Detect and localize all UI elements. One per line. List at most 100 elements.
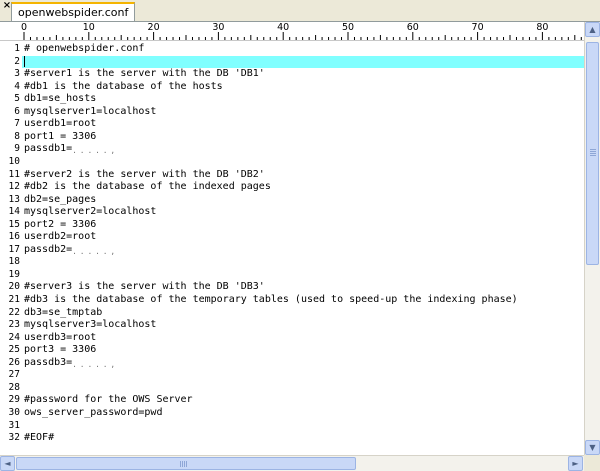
code-line[interactable] <box>22 156 584 169</box>
code-line-text: mysqlserver1=localhost <box>24 105 157 117</box>
code-line[interactable]: #db2 is the database of the indexed page… <box>22 181 584 194</box>
scroll-up-button[interactable]: ▲ <box>585 22 600 37</box>
ruler-label: 20 <box>147 22 160 33</box>
code-line[interactable]: #server3 is the server with the DB 'DB3' <box>22 281 584 294</box>
line-number: 4 <box>14 80 20 92</box>
ruler-label: 60 <box>406 22 419 33</box>
code-line[interactable]: #db3 is the database of the temporary ta… <box>22 294 584 307</box>
code-line-text: # openwebspider.conf <box>24 43 145 54</box>
code-line[interactable] <box>22 269 584 282</box>
vertical-scrollbar[interactable]: ▲ ▼ <box>584 22 600 455</box>
line-number: 14 <box>8 206 20 218</box>
code-line-text: ows_server_password=pwd <box>24 406 163 418</box>
code-line-text: #server1 is the server with the DB 'DB1' <box>24 68 265 80</box>
scroll-right-button[interactable]: ► <box>568 456 583 471</box>
line-number: 23 <box>8 319 20 331</box>
ruler-label: 40 <box>277 22 290 33</box>
code-line-text: port1 = 3306 <box>24 130 97 142</box>
line-number: 2 <box>14 55 20 67</box>
line-number: 1 <box>14 43 20 54</box>
line-number: 21 <box>8 294 20 305</box>
line-number: 31 <box>8 419 20 431</box>
line-number: 27 <box>8 369 20 381</box>
code-line-text: #password for the OWS Server <box>24 394 193 406</box>
code-line[interactable]: # openwebspider.conf <box>22 43 584 56</box>
code-line[interactable]: db1=se_hosts <box>22 93 584 106</box>
code-line[interactable]: #server1 is the server with the DB 'DB1' <box>22 68 584 81</box>
line-number: 16 <box>8 231 20 243</box>
code-line[interactable]: port3 = 3306 <box>22 344 584 357</box>
line-number: 12 <box>8 181 20 193</box>
code-line[interactable]: port2 = 3306 <box>22 219 584 232</box>
code-line[interactable]: mysqlserver2=localhost <box>22 206 584 219</box>
vertical-scroll-thumb[interactable] <box>586 42 599 265</box>
line-number: 3 <box>14 68 20 80</box>
line-number: 10 <box>8 155 20 167</box>
scrollbar-corner <box>584 455 600 471</box>
line-number: 32 <box>8 432 20 444</box>
line-number: 8 <box>14 130 20 142</box>
code-line[interactable]: ows_server_password=pwd <box>22 407 584 420</box>
code-line-text: #server2 is the server with the DB 'DB2' <box>24 168 265 180</box>
code-line[interactable]: passdb2=. . . . . , <box>22 244 584 257</box>
redacted-password: . . . . . , <box>72 359 115 369</box>
ruler-label: 80 <box>536 22 549 33</box>
code-line-text: #db2 is the database of the indexed page… <box>24 181 271 193</box>
code-line[interactable] <box>22 55 584 69</box>
code-line[interactable]: #db1 is the database of the hosts <box>22 81 584 94</box>
scroll-down-button[interactable]: ▼ <box>585 440 600 455</box>
code-line[interactable]: passdb3=. . . . . , <box>22 357 584 370</box>
code-line-text: passdb3= <box>24 356 73 368</box>
code-line[interactable]: passdb1=. . . . . , <box>22 143 584 156</box>
scroll-left-button[interactable]: ◄ <box>0 456 15 471</box>
code-line[interactable] <box>22 256 584 269</box>
code-line[interactable]: userdb3=root <box>22 332 584 345</box>
code-line[interactable]: db2=se_pages <box>22 194 584 207</box>
text-editor[interactable]: 0 10 20 30 40 50 60 70 80 1 2 3 4 5 6 7 8 9 10 11 12 13 14 15 1… <box>0 22 600 471</box>
redacted-password: . . . . . , <box>72 246 115 256</box>
code-line-text: userdb2=root <box>24 231 97 243</box>
code-line-text: #server3 is the server with the DB 'DB3' <box>24 281 265 293</box>
horizontal-scroll-thumb[interactable] <box>16 457 356 470</box>
code-line-text: #db3 is the database of the temporary ta… <box>24 294 518 305</box>
code-line-text: userdb1=root <box>24 118 97 130</box>
line-number: 22 <box>8 306 20 318</box>
code-line[interactable]: userdb1=root <box>22 118 584 131</box>
code-line-text: #EOF# <box>24 432 55 444</box>
line-number: 28 <box>8 381 20 393</box>
line-number: 30 <box>8 406 20 418</box>
line-number: 24 <box>8 331 20 343</box>
code-line[interactable] <box>22 369 584 382</box>
line-number: 5 <box>14 93 20 105</box>
tab-bar: × openwebspider.conf <box>0 0 600 22</box>
line-number: 7 <box>14 118 20 130</box>
ruler-label: 10 <box>82 22 95 33</box>
code-line-text: userdb3=root <box>24 331 97 343</box>
line-number: 9 <box>14 143 20 155</box>
code-line-text: mysqlserver2=localhost <box>24 206 157 218</box>
code-area[interactable]: # openwebspider.conf #server1 is the serv… <box>22 41 584 455</box>
line-number: 13 <box>8 193 20 205</box>
code-line[interactable] <box>22 382 584 395</box>
ruler-label: 30 <box>212 22 225 33</box>
code-line[interactable]: #server2 is the server with the DB 'DB2' <box>22 169 584 182</box>
code-line[interactable] <box>22 420 584 433</box>
code-line[interactable]: userdb2=root <box>22 231 584 244</box>
code-line-text: db2=se_pages <box>24 193 97 205</box>
code-line[interactable]: #EOF# <box>22 432 584 445</box>
line-number: 26 <box>8 356 20 368</box>
code-line[interactable]: #password for the OWS Server <box>22 394 584 407</box>
line-number: 17 <box>8 243 20 255</box>
tab-openwebspider-conf[interactable]: openwebspider.conf <box>11 2 136 21</box>
code-line[interactable]: port1 = 3306 <box>22 131 584 144</box>
line-number: 20 <box>8 281 20 293</box>
line-number: 15 <box>8 218 20 230</box>
code-line[interactable]: mysqlserver3=localhost <box>22 319 584 332</box>
code-line-text: db1=se_hosts <box>24 93 97 105</box>
horizontal-scrollbar[interactable]: ◄ ► <box>0 455 584 471</box>
code-line-text: port3 = 3306 <box>24 344 97 356</box>
line-number: 25 <box>8 344 20 356</box>
code-line[interactable]: mysqlserver1=localhost <box>22 106 584 119</box>
line-number: 11 <box>8 168 20 180</box>
code-line[interactable]: db3=se_tmptab <box>22 307 584 320</box>
